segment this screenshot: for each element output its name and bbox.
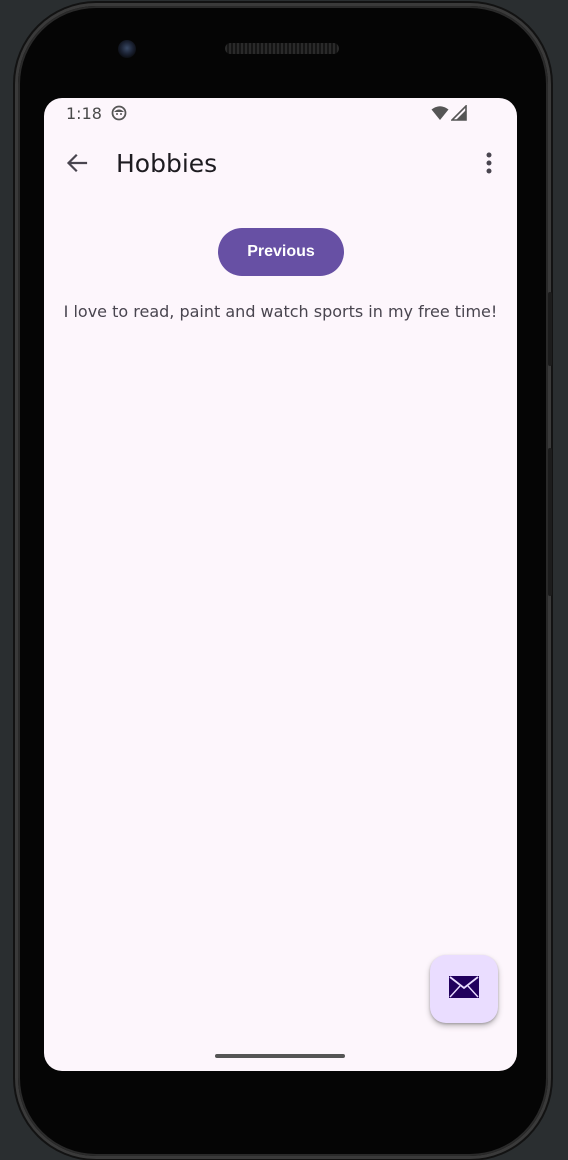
gesture-nav-handle[interactable] — [215, 1054, 345, 1058]
status-time: 1:18 — [66, 104, 102, 123]
previous-button[interactable]: Previous — [218, 228, 344, 276]
page-title: Hobbies — [116, 149, 218, 178]
status-bar: 1:18 — [44, 98, 517, 128]
hobbies-text: I love to read, paint and watch sports i… — [63, 302, 498, 321]
top-app-bar: Hobbies — [44, 138, 517, 194]
arrow-left-icon — [65, 151, 89, 179]
volume-button — [548, 292, 552, 366]
back-button[interactable] — [62, 150, 92, 180]
status-icons — [431, 104, 467, 125]
front-camera-icon — [118, 40, 136, 58]
earpiece-speaker — [225, 43, 339, 54]
cellular-signal-icon — [450, 104, 467, 125]
wifi-icon — [431, 105, 449, 125]
more-vert-icon — [485, 151, 493, 179]
overflow-menu-button[interactable] — [475, 150, 503, 180]
power-button — [548, 448, 552, 596]
mail-fab[interactable] — [430, 955, 498, 1023]
mail-icon — [448, 975, 480, 1003]
app-screen: 1:18 Hobbies Previous I love to read, pa… — [44, 98, 517, 1071]
emoji-face-icon — [111, 105, 127, 125]
